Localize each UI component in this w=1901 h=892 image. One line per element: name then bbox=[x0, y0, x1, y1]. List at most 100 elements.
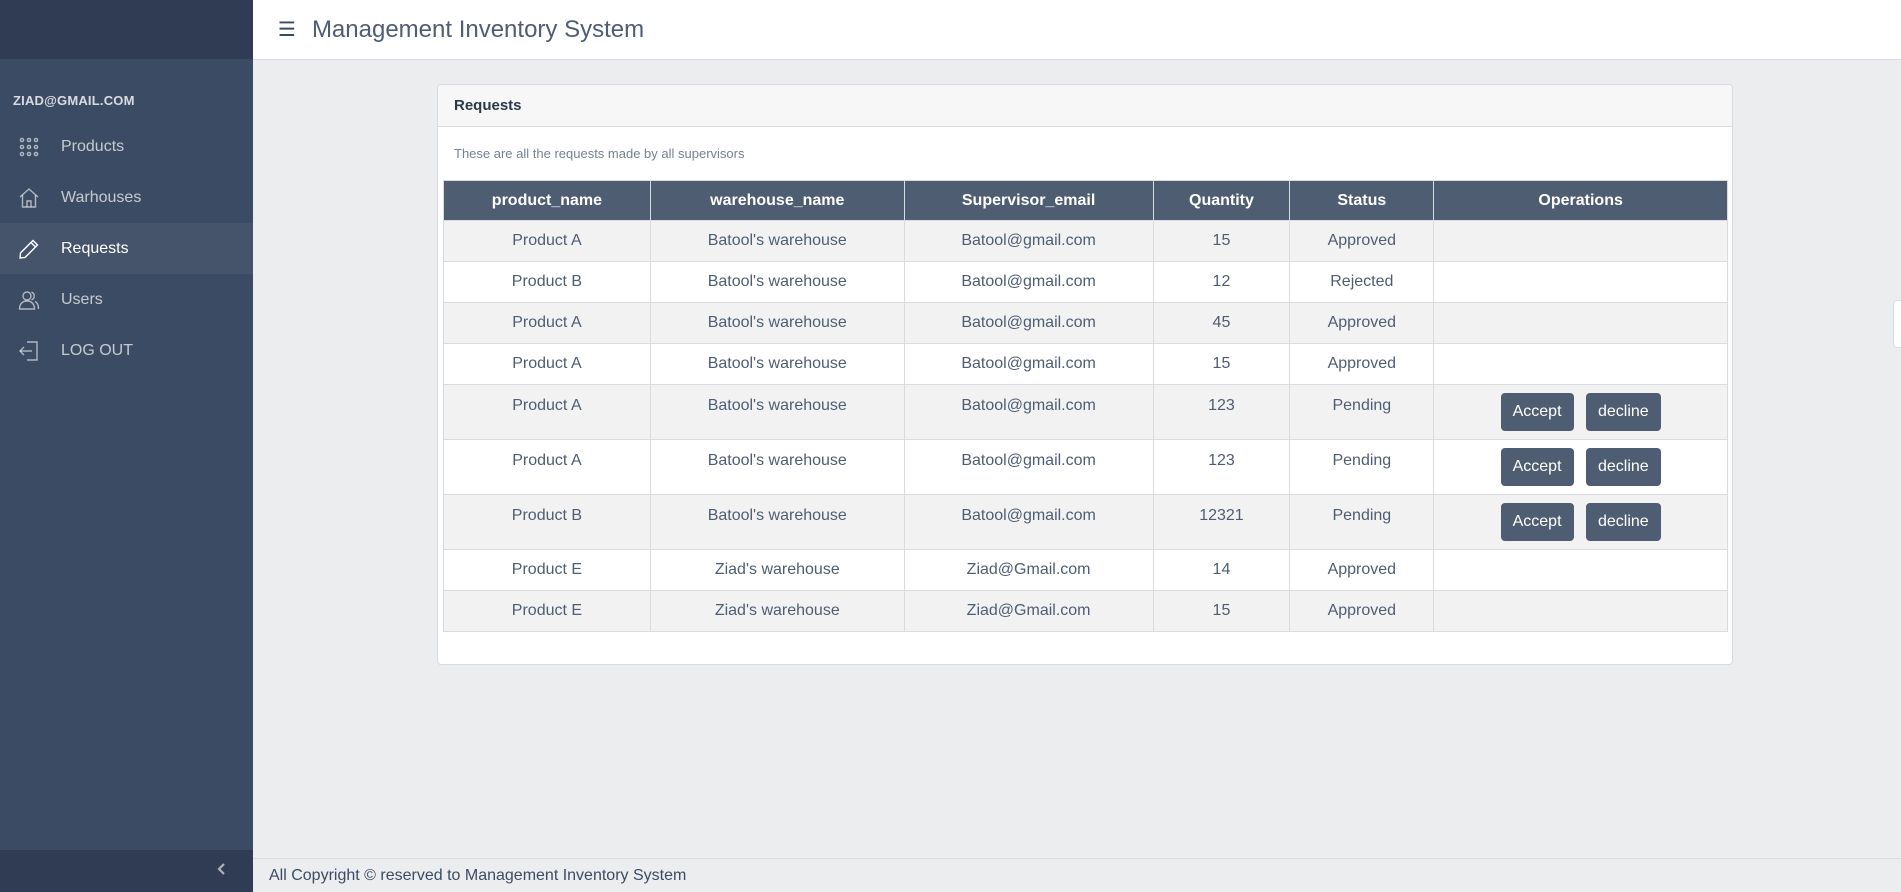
cell-warehouse-name: Ziad's warehouse bbox=[649, 549, 905, 591]
pencil-icon bbox=[0, 238, 61, 260]
cell-status: Approved bbox=[1289, 220, 1435, 262]
card-description: These are all the requests made by all s… bbox=[454, 146, 745, 161]
users-icon bbox=[0, 289, 61, 311]
sidebar-item-users[interactable]: Users bbox=[0, 274, 253, 325]
sidebar-item-label: LOG OUT bbox=[61, 341, 134, 359]
cell-quantity: 123 bbox=[1152, 439, 1291, 495]
cell-supervisor-email: Ziad@Gmail.com bbox=[903, 549, 1154, 591]
cell-product-name: Product B bbox=[443, 261, 651, 303]
column-header[interactable]: Supervisor_email bbox=[903, 180, 1154, 221]
cell-quantity: 12 bbox=[1152, 261, 1291, 303]
table-row: Product A Batool's warehouse Batool@gmai… bbox=[443, 343, 1728, 385]
cell-product-name: Product E bbox=[443, 549, 651, 591]
column-header[interactable]: warehouse_name bbox=[649, 180, 905, 221]
cell-supervisor-email: Batool@gmail.com bbox=[903, 261, 1154, 303]
cell-status: Pending bbox=[1289, 439, 1435, 495]
sidebar-item-label: Warhouses bbox=[61, 188, 142, 206]
card-title: Requests bbox=[438, 85, 1732, 127]
cell-product-name: Product B bbox=[443, 494, 651, 550]
cell-status: Approved bbox=[1289, 590, 1435, 632]
grid-icon bbox=[0, 136, 61, 158]
cell-warehouse-name: Batool's warehouse bbox=[649, 439, 905, 495]
sidebar-toggler[interactable] bbox=[0, 850, 253, 892]
cell-quantity: 12321 bbox=[1152, 494, 1291, 550]
column-header[interactable]: Status bbox=[1289, 180, 1435, 221]
column-header[interactable]: Quantity bbox=[1152, 180, 1291, 221]
cell-operations: Accept decline bbox=[1433, 494, 1728, 550]
table-row: Product B Batool's warehouse Batool@gmai… bbox=[443, 494, 1728, 550]
cell-quantity: 15 bbox=[1152, 220, 1291, 262]
cell-operations bbox=[1433, 261, 1728, 303]
cell-status: Approved bbox=[1289, 549, 1435, 591]
cell-supervisor-email: Batool@gmail.com bbox=[903, 494, 1154, 550]
table-header-row: product_name warehouse_name Supervisor_e… bbox=[443, 180, 1728, 221]
sidebar-item-label: Products bbox=[61, 137, 125, 155]
accept-button[interactable]: Accept bbox=[1500, 503, 1574, 541]
cell-status: Pending bbox=[1289, 494, 1435, 550]
decline-button[interactable]: decline bbox=[1585, 448, 1661, 486]
requests-card: Requests These are all the requests made… bbox=[437, 84, 1733, 665]
header: ☰ Management Inventory System bbox=[253, 0, 1901, 60]
sidebar-item-label: Requests bbox=[61, 239, 129, 257]
column-header[interactable]: product_name bbox=[443, 180, 651, 221]
cell-product-name: Product A bbox=[443, 439, 651, 495]
sidebar-item-logout[interactable]: LOG OUT bbox=[0, 325, 253, 376]
cell-quantity: 123 bbox=[1152, 384, 1291, 440]
footer: All Copyright © reserved to Management I… bbox=[253, 858, 1901, 892]
cell-supervisor-email: Ziad@Gmail.com bbox=[903, 590, 1154, 632]
edge-handle[interactable] bbox=[1893, 300, 1901, 348]
accept-button[interactable]: Accept bbox=[1500, 448, 1574, 486]
page-title: Management Inventory System bbox=[311, 15, 645, 43]
home-icon bbox=[0, 187, 61, 209]
cell-product-name: Product E bbox=[443, 590, 651, 632]
footer-copyright: All Copyright © reserved to Management I… bbox=[269, 866, 687, 884]
cell-quantity: 14 bbox=[1152, 549, 1291, 591]
sidebar-nav: Products Warhouses Requests Users LOG OU… bbox=[0, 121, 253, 376]
cell-operations: Accept decline bbox=[1433, 384, 1728, 440]
cell-product-name: Product A bbox=[443, 384, 651, 440]
table-row: Product A Batool's warehouse Batool@gmai… bbox=[443, 384, 1728, 440]
cell-supervisor-email: Batool@gmail.com bbox=[903, 384, 1154, 440]
accept-button[interactable]: Accept bbox=[1500, 393, 1574, 431]
cell-quantity: 15 bbox=[1152, 343, 1291, 385]
cell-quantity: 15 bbox=[1152, 590, 1291, 632]
cell-warehouse-name: Batool's warehouse bbox=[649, 261, 905, 303]
sidebar-item-warhouses[interactable]: Warhouses bbox=[0, 172, 253, 223]
table-row: Product A Batool's warehouse Batool@gmai… bbox=[443, 439, 1728, 495]
sidebar: ZIAD@GMAIL.COM Products Warhouses Reques… bbox=[0, 0, 253, 892]
cell-operations bbox=[1433, 590, 1728, 632]
cell-operations bbox=[1433, 220, 1728, 262]
cell-warehouse-name: Batool's warehouse bbox=[649, 220, 905, 262]
decline-button[interactable]: decline bbox=[1585, 503, 1661, 541]
cell-warehouse-name: Batool's warehouse bbox=[649, 384, 905, 440]
cell-status: Rejected bbox=[1289, 261, 1435, 303]
cell-operations bbox=[1433, 302, 1728, 344]
cell-product-name: Product A bbox=[443, 343, 651, 385]
cell-operations bbox=[1433, 549, 1728, 591]
column-header[interactable]: Operations bbox=[1433, 180, 1728, 221]
cell-warehouse-name: Batool's warehouse bbox=[649, 302, 905, 344]
table-row: Product A Batool's warehouse Batool@gmai… bbox=[443, 302, 1728, 344]
sidebar-item-requests[interactable]: Requests bbox=[0, 223, 253, 274]
table-row: Product A Batool's warehouse Batool@gmai… bbox=[443, 220, 1728, 262]
cell-warehouse-name: Batool's warehouse bbox=[649, 343, 905, 385]
cell-supervisor-email: Batool@gmail.com bbox=[903, 343, 1154, 385]
cell-product-name: Product A bbox=[443, 302, 651, 344]
table-row: Product B Batool's warehouse Batool@gmai… bbox=[443, 261, 1728, 303]
sidebar-item-label: Users bbox=[61, 290, 103, 308]
cell-warehouse-name: Ziad's warehouse bbox=[649, 590, 905, 632]
cell-status: Pending bbox=[1289, 384, 1435, 440]
chevron-left-icon bbox=[215, 862, 229, 881]
cell-operations: Accept decline bbox=[1433, 439, 1728, 495]
requests-table: product_name warehouse_name Supervisor_e… bbox=[443, 180, 1728, 632]
cell-supervisor-email: Batool@gmail.com bbox=[903, 439, 1154, 495]
cell-status: Approved bbox=[1289, 302, 1435, 344]
hamburger-icon[interactable]: ☰ bbox=[278, 17, 296, 42]
cell-warehouse-name: Batool's warehouse bbox=[649, 494, 905, 550]
table-row: Product E Ziad's warehouse Ziad@Gmail.co… bbox=[443, 590, 1728, 632]
cell-operations bbox=[1433, 343, 1728, 385]
cell-supervisor-email: Batool@gmail.com bbox=[903, 302, 1154, 344]
sidebar-item-products[interactable]: Products bbox=[0, 121, 253, 172]
decline-button[interactable]: decline bbox=[1585, 393, 1661, 431]
cell-quantity: 45 bbox=[1152, 302, 1291, 344]
